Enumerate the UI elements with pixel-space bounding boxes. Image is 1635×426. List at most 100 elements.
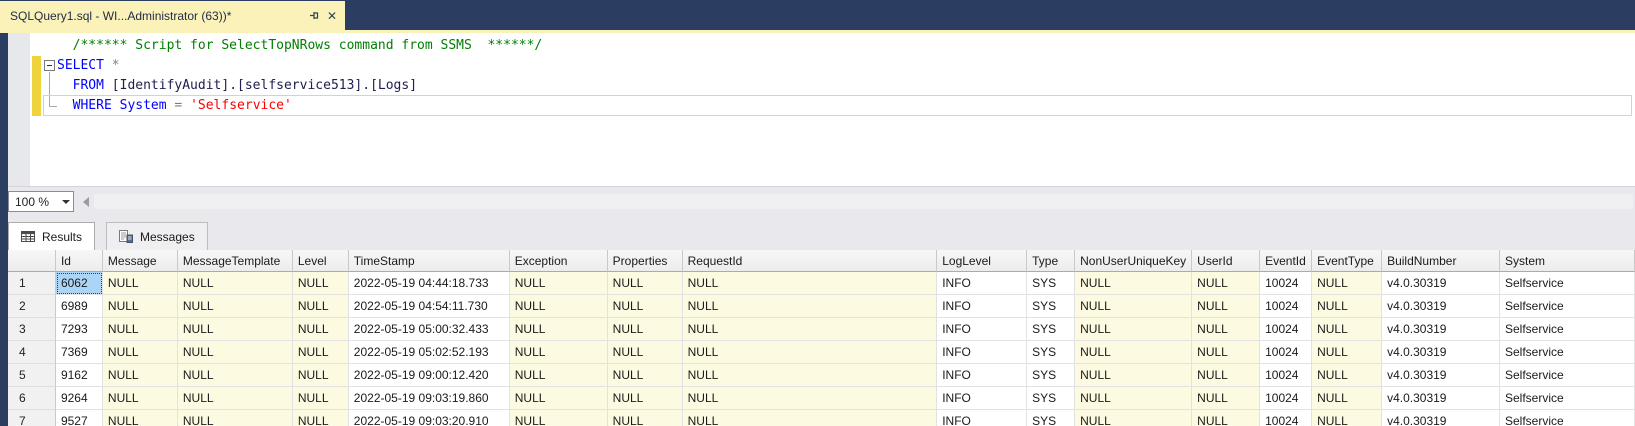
column-header[interactable]: UserId: [1192, 250, 1260, 272]
grid-cell[interactable]: NULL: [608, 318, 683, 341]
grid-cell[interactable]: Selfservice: [1500, 272, 1635, 295]
grid-cell[interactable]: 6989: [56, 295, 103, 318]
grid-cell[interactable]: NULL: [683, 364, 938, 387]
grid-cell[interactable]: NULL: [178, 341, 293, 364]
grid-cell[interactable]: NULL: [103, 364, 178, 387]
grid-cell[interactable]: Selfservice: [1500, 341, 1635, 364]
grid-cell[interactable]: NULL: [510, 318, 608, 341]
grid-cell[interactable]: NULL: [1192, 295, 1260, 318]
grid-cell[interactable]: NULL: [293, 318, 349, 341]
row-header[interactable]: 2: [8, 295, 56, 318]
row-header[interactable]: 7: [8, 410, 56, 426]
grid-cell[interactable]: v4.0.30319: [1382, 318, 1500, 341]
column-header[interactable]: BuildNumber: [1382, 250, 1500, 272]
grid-cell[interactable]: v4.0.30319: [1382, 410, 1500, 426]
grid-cell[interactable]: 7369: [56, 341, 103, 364]
column-header[interactable]: TimeStamp: [349, 250, 510, 272]
grid-cell[interactable]: NULL: [1312, 272, 1382, 295]
grid-cell[interactable]: v4.0.30319: [1382, 272, 1500, 295]
grid-cell[interactable]: 2022-05-19 04:54:11.730: [349, 295, 510, 318]
grid-cell[interactable]: SYS: [1027, 410, 1075, 426]
grid-cell[interactable]: NULL: [683, 318, 938, 341]
grid-cell[interactable]: v4.0.30319: [1382, 341, 1500, 364]
grid-cell[interactable]: NULL: [293, 364, 349, 387]
grid-cell[interactable]: NULL: [683, 272, 938, 295]
grid-cell[interactable]: 10024: [1260, 364, 1312, 387]
grid-cell[interactable]: 9264: [56, 387, 103, 410]
grid-cell[interactable]: NULL: [510, 272, 608, 295]
column-header[interactable]: MessageTemplate: [178, 250, 293, 272]
grid-cell[interactable]: NULL: [103, 318, 178, 341]
editor-zoom-select[interactable]: 100 %: [8, 191, 74, 212]
grid-cell[interactable]: NULL: [608, 272, 683, 295]
grid-cell[interactable]: INFO: [937, 295, 1027, 318]
grid-cell[interactable]: Selfservice: [1500, 318, 1635, 341]
grid-cell[interactable]: Selfservice: [1500, 364, 1635, 387]
grid-cell[interactable]: NULL: [683, 410, 938, 426]
grid-cell[interactable]: NULL: [1192, 410, 1260, 426]
grid-cell[interactable]: NULL: [683, 295, 938, 318]
column-header[interactable]: [8, 250, 56, 272]
grid-cell[interactable]: 10024: [1260, 410, 1312, 426]
grid-cell[interactable]: 10024: [1260, 341, 1312, 364]
grid-cell[interactable]: NULL: [608, 364, 683, 387]
grid-cell[interactable]: NULL: [178, 295, 293, 318]
grid-cell[interactable]: Selfservice: [1500, 410, 1635, 426]
grid-cell[interactable]: NULL: [510, 410, 608, 426]
grid-cell[interactable]: 10024: [1260, 295, 1312, 318]
grid-cell[interactable]: NULL: [1075, 272, 1192, 295]
column-header[interactable]: LogLevel: [937, 250, 1027, 272]
grid-cell[interactable]: NULL: [1075, 318, 1192, 341]
grid-cell[interactable]: NULL: [1312, 318, 1382, 341]
grid-cell[interactable]: NULL: [510, 387, 608, 410]
column-header[interactable]: NonUserUniqueKey: [1075, 250, 1192, 272]
grid-cell[interactable]: INFO: [937, 410, 1027, 426]
grid-cell[interactable]: INFO: [937, 341, 1027, 364]
grid-cell[interactable]: SYS: [1027, 364, 1075, 387]
row-header[interactable]: 6: [8, 387, 56, 410]
grid-cell[interactable]: 10024: [1260, 318, 1312, 341]
grid-cell[interactable]: 2022-05-19 09:03:20.910: [349, 410, 510, 426]
grid-cell[interactable]: NULL: [510, 364, 608, 387]
sql-editor[interactable]: /****** Script for SelectTopNRows comman…: [0, 33, 1635, 186]
grid-cell[interactable]: NULL: [1312, 387, 1382, 410]
grid-cell[interactable]: v4.0.30319: [1382, 387, 1500, 410]
grid-cell[interactable]: 2022-05-19 09:00:12.420: [349, 364, 510, 387]
grid-cell[interactable]: NULL: [608, 295, 683, 318]
column-header[interactable]: Properties: [608, 250, 683, 272]
grid-cell[interactable]: NULL: [178, 364, 293, 387]
grid-cell[interactable]: NULL: [1312, 410, 1382, 426]
grid-cell[interactable]: SYS: [1027, 272, 1075, 295]
grid-cell[interactable]: NULL: [178, 387, 293, 410]
grid-cell[interactable]: 2022-05-19 05:02:52.193: [349, 341, 510, 364]
column-header[interactable]: EventType: [1312, 250, 1382, 272]
column-header[interactable]: Id: [56, 250, 103, 272]
grid-cell[interactable]: NULL: [293, 295, 349, 318]
grid-cell[interactable]: 10024: [1260, 272, 1312, 295]
document-tab[interactable]: SQLQuery1.sql - WI...Administrator (63))…: [0, 1, 345, 30]
grid-cell[interactable]: SYS: [1027, 295, 1075, 318]
grid-cell[interactable]: NULL: [178, 410, 293, 426]
row-header[interactable]: 3: [8, 318, 56, 341]
grid-cell[interactable]: NULL: [608, 387, 683, 410]
grid-cell[interactable]: NULL: [178, 272, 293, 295]
grid-cell[interactable]: NULL: [178, 318, 293, 341]
scrollbar-track[interactable]: [94, 194, 1633, 209]
grid-cell[interactable]: NULL: [1075, 410, 1192, 426]
grid-cell[interactable]: Selfservice: [1500, 295, 1635, 318]
grid-cell[interactable]: NULL: [1192, 341, 1260, 364]
tab-messages[interactable]: Messages: [106, 222, 208, 250]
grid-cell[interactable]: NULL: [1192, 318, 1260, 341]
grid-cell[interactable]: NULL: [510, 341, 608, 364]
grid-cell[interactable]: NULL: [103, 387, 178, 410]
grid-cell[interactable]: NULL: [1312, 295, 1382, 318]
grid-cell[interactable]: 6062: [56, 272, 103, 295]
grid-cell[interactable]: NULL: [103, 272, 178, 295]
grid-cell[interactable]: NULL: [1075, 341, 1192, 364]
grid-cell[interactable]: 2022-05-19 09:03:19.860: [349, 387, 510, 410]
grid-cell[interactable]: NULL: [103, 410, 178, 426]
grid-cell[interactable]: INFO: [937, 387, 1027, 410]
grid-cell[interactable]: NULL: [103, 341, 178, 364]
row-header[interactable]: 1: [8, 272, 56, 295]
grid-cell[interactable]: v4.0.30319: [1382, 364, 1500, 387]
